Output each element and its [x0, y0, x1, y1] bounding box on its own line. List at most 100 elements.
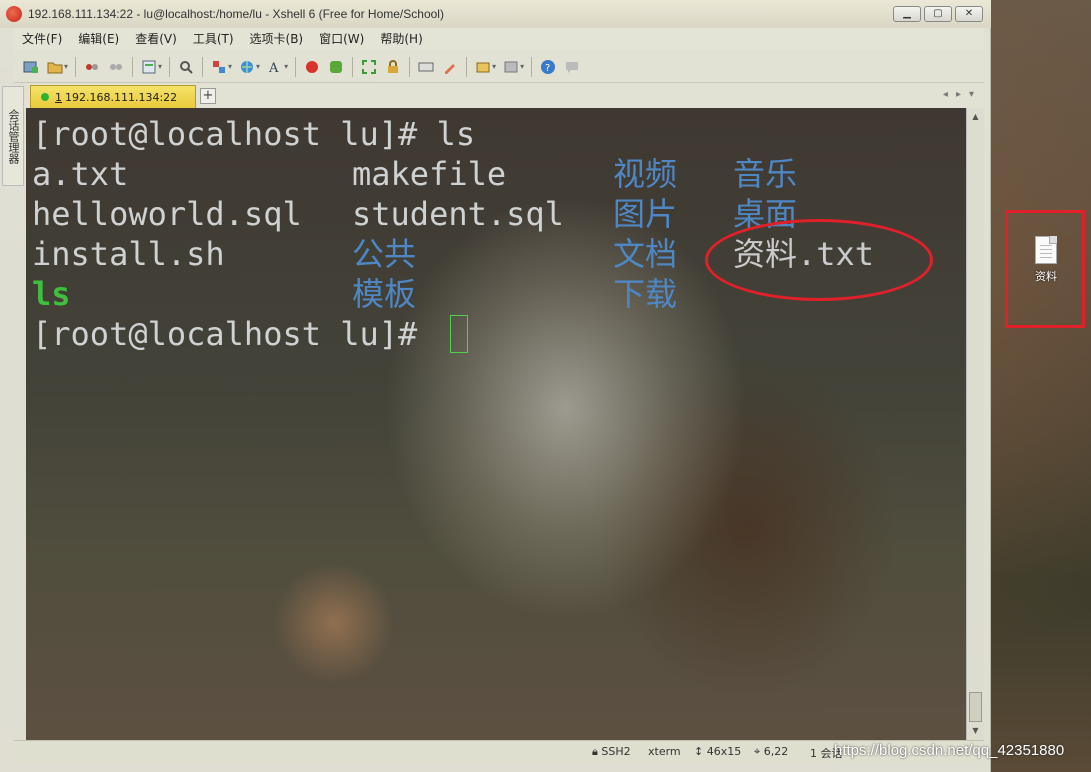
watermark: https://blog.csdn.net/qq_42351880 — [834, 742, 1065, 759]
font-icon[interactable]: A — [264, 56, 286, 78]
directory-entry: 视频 — [613, 155, 678, 193]
minimize-button[interactable]: ▁ — [893, 6, 921, 22]
toolbar-divider — [202, 56, 204, 77]
executable-entry: ls — [32, 275, 71, 313]
window-controls: ▁ ▢ ✕ — [893, 6, 983, 22]
menu-view[interactable]: 查看(V) — [127, 28, 185, 50]
toolbar-divider — [466, 56, 468, 77]
chevron-down-icon[interactable]: ▾ — [158, 62, 162, 71]
toolbar-divider — [169, 56, 171, 77]
connect-icon[interactable] — [81, 56, 103, 78]
terminal-line: helloworld.sql student.sql 图片 桌面 — [32, 194, 797, 234]
prompt-command: [root@localhost lu]# ls — [32, 115, 476, 153]
directory-entry: 图片 — [613, 195, 678, 233]
menu-edit[interactable]: 编辑(E) — [70, 28, 127, 50]
xftp-icon[interactable] — [301, 56, 323, 78]
chevron-down-icon[interactable]: ▾ — [284, 62, 288, 71]
toolbar-divider — [295, 56, 297, 77]
connected-status-icon — [41, 93, 49, 101]
scroll-down-icon[interactable]: ▼ — [967, 722, 984, 738]
help-icon[interactable]: ? — [537, 56, 559, 78]
toolbar-divider — [409, 56, 411, 77]
fullscreen-icon[interactable] — [358, 56, 380, 78]
tab-menu-icon[interactable]: ▾ — [969, 89, 974, 100]
terminal-line: a.txt makefile 视频 音乐 — [32, 154, 797, 194]
prompt: [root@localhost lu]# — [32, 315, 437, 353]
svg-text:?: ? — [545, 63, 550, 74]
annotation-ellipse — [705, 219, 933, 301]
tab-navigation: ◂ ▸ ▾ — [943, 89, 974, 100]
directory-entry: 音乐 — [733, 155, 798, 193]
scroll-up-icon[interactable]: ▲ — [967, 108, 984, 124]
maximize-button[interactable]: ▢ — [924, 6, 952, 22]
terminal-line: [root@localhost lu]# — [32, 314, 468, 354]
tab-next-icon[interactable]: ▸ — [956, 89, 961, 100]
open-folder-icon[interactable] — [44, 56, 66, 78]
directory-entry: 下载 — [613, 275, 678, 313]
lock-icon: 🔒︎ — [592, 745, 598, 758]
terminal-line: install.sh 公共 文档 资料.txt — [32, 234, 874, 274]
add-tab-button[interactable]: + — [200, 88, 216, 104]
terminal-line: [root@localhost lu]# ls — [32, 114, 475, 154]
menu-bar: 文件(F) 编辑(E) 查看(V) 工具(T) 选项卡(B) 窗口(W) 帮助(… — [14, 28, 984, 50]
status-terminal-type: xterm — [648, 745, 681, 758]
globe-icon[interactable] — [236, 56, 258, 78]
tab-label: 192.168.111.134:22 — [65, 90, 178, 104]
status-position: ⌖ 6,22 — [754, 745, 789, 758]
terminal-cursor — [450, 315, 468, 353]
toolbar-divider — [132, 56, 134, 77]
title-bar[interactable]: 192.168.111.134:22 - lu@localhost:/home/… — [0, 0, 991, 28]
text-file-icon — [1035, 236, 1057, 264]
xshell-window: 192.168.111.134:22 - lu@localhost:/home/… — [0, 0, 991, 772]
tab-prev-icon[interactable]: ◂ — [943, 89, 948, 100]
xmanager-icon[interactable] — [325, 56, 347, 78]
color-scheme-icon[interactable] — [208, 56, 230, 78]
directory-entry: 模板 — [352, 275, 417, 313]
toolbar-divider — [352, 56, 354, 77]
disconnect-icon[interactable] — [105, 56, 127, 78]
tab-index: 1 — [55, 90, 62, 104]
terminal-pane[interactable]: [root@localhost lu]# ls a.txt makefile 视… — [26, 108, 966, 740]
new-tab-icon[interactable] — [472, 56, 494, 78]
file-entry: makefile — [352, 155, 507, 193]
chevron-down-icon[interactable]: ▾ — [228, 62, 232, 71]
toolbar: ▾ ▾ ▾ ▾ A ▾ ▾ ▾ ? — [14, 51, 984, 83]
desktop-file-icon[interactable]: 资料 — [1028, 236, 1064, 284]
keyboard-icon[interactable] — [415, 56, 437, 78]
terminal-scrollbar[interactable]: ▲ ▼ — [966, 108, 984, 740]
chat-icon[interactable] — [561, 56, 583, 78]
xshell-logo-icon — [6, 6, 22, 22]
window-title: 192.168.111.134:22 - lu@localhost:/home/… — [28, 7, 444, 21]
session-manager-strip[interactable]: 会话管理器 — [2, 86, 24, 186]
lock-icon[interactable] — [382, 56, 404, 78]
menu-file[interactable]: 文件(F) — [14, 28, 70, 50]
chevron-down-icon[interactable]: ▾ — [64, 62, 68, 71]
chevron-down-icon[interactable]: ▾ — [256, 62, 260, 71]
file-entry: helloworld.sql — [32, 195, 302, 233]
menu-tabs[interactable]: 选项卡(B) — [242, 28, 312, 50]
toolbar-divider — [531, 56, 533, 77]
close-button[interactable]: ✕ — [955, 6, 983, 22]
file-entry: install.sh — [32, 235, 225, 273]
menu-window[interactable]: 窗口(W) — [311, 28, 372, 50]
properties-icon[interactable] — [138, 56, 160, 78]
menu-help[interactable]: 帮助(H) — [372, 28, 430, 50]
new-session-icon[interactable] — [20, 56, 42, 78]
scroll-thumb[interactable] — [969, 692, 982, 722]
directory-entry: 公共 — [352, 235, 417, 273]
layout-icon[interactable] — [500, 56, 522, 78]
file-entry: student.sql — [352, 195, 564, 233]
status-size: ↕ 46x15 — [694, 745, 742, 758]
cursor-position-icon: ⌖ — [754, 745, 761, 758]
tab-session-1[interactable]: 1 192.168.111.134:22 — [30, 85, 196, 108]
menu-tools[interactable]: 工具(T) — [185, 28, 242, 50]
chevron-down-icon[interactable]: ▾ — [492, 62, 496, 71]
find-icon[interactable] — [175, 56, 197, 78]
tab-bar: 1 192.168.111.134:22 + ◂ ▸ ▾ — [26, 84, 984, 108]
file-entry: a.txt — [32, 155, 129, 193]
desktop-icon-label: 资料 — [1035, 270, 1057, 283]
chevron-down-icon[interactable]: ▾ — [520, 62, 524, 71]
compose-icon[interactable] — [439, 56, 461, 78]
status-protocol: 🔒︎ SSH2 — [592, 745, 631, 758]
directory-entry: 文档 — [613, 235, 678, 273]
